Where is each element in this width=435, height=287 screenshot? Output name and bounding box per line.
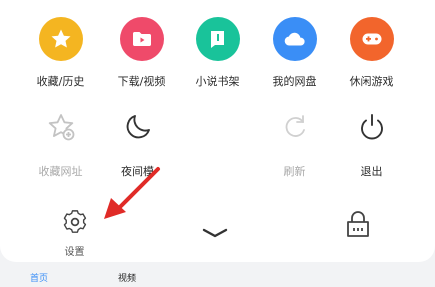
menu-label: 退出 [360, 165, 383, 178]
menu-label: 收藏网址 [38, 165, 83, 178]
download-folder-icon [119, 17, 164, 61]
menu-label: 小说书架 [195, 75, 240, 88]
add-favorite-icon [39, 105, 83, 149]
settings-icon [60, 207, 90, 237]
menu-item-novel-shelf[interactable]: 小说书架 [174, 0, 261, 90]
menu-item-casual-games[interactable]: 休闲游戏 [328, 0, 415, 90]
menu-item-exit[interactable]: 退出 [328, 92, 415, 182]
bottom-nav: 首页 视频 [0, 262, 435, 287]
menu-panel: 收藏/历史 下载/视频 小说书架 我的网盘 休闲游戏 收藏网址 夜间模 刷新 退… [0, 0, 435, 262]
power-icon [350, 105, 394, 149]
menu-item-downloads-videos[interactable]: 下载/视频 [98, 0, 185, 90]
refresh-icon [273, 105, 317, 149]
menu-item-cloud-drive[interactable]: 我的网盘 [251, 0, 338, 90]
menu-item-bookmark-url[interactable]: 收藏网址 [17, 92, 104, 182]
menu-label: 收藏/历史 [36, 75, 85, 88]
annotation-arrow [100, 165, 165, 225]
gamepad-icon [349, 17, 394, 61]
nav-home[interactable]: 首页 [30, 271, 48, 284]
book-icon [195, 17, 240, 61]
nav-video[interactable]: 视频 [118, 271, 136, 284]
menu-item-favorites-history[interactable]: 收藏/历史 [17, 0, 104, 90]
menu-label: 休闲游戏 [349, 75, 394, 88]
bag-icon[interactable] [343, 210, 373, 240]
cloud-icon [272, 17, 317, 61]
menu-label: 设置 [64, 247, 85, 258]
menu-label: 我的网盘 [272, 75, 317, 88]
moon-icon [116, 105, 160, 149]
collapse-chevron-icon[interactable] [200, 222, 230, 240]
menu-label: 下载/视频 [117, 75, 166, 88]
menu-item-refresh[interactable]: 刷新 [251, 92, 338, 182]
menu-label: 刷新 [283, 165, 306, 178]
star-icon [38, 17, 83, 61]
